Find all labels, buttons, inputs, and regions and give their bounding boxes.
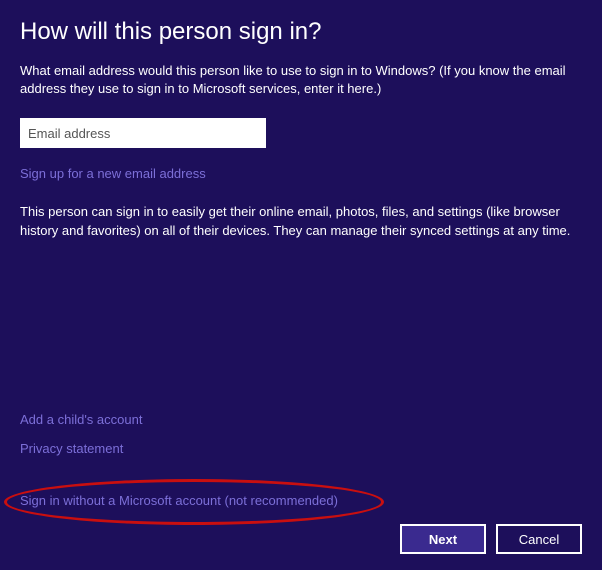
email-input[interactable] <box>20 118 266 148</box>
intro-text: What email address would this person lik… <box>20 62 582 98</box>
description-text: This person can sign in to easily get th… <box>20 203 582 239</box>
no-account-link-wrapper: Sign in without a Microsoft account (not… <box>20 493 338 508</box>
next-button[interactable]: Next <box>400 524 486 554</box>
button-row: Next Cancel <box>400 524 582 554</box>
bottom-links: Add a child's account Privacy statement <box>20 412 142 470</box>
signup-link[interactable]: Sign up for a new email address <box>20 166 582 181</box>
add-child-link[interactable]: Add a child's account <box>20 412 142 427</box>
privacy-link[interactable]: Privacy statement <box>20 441 142 456</box>
no-account-link[interactable]: Sign in without a Microsoft account (not… <box>20 493 338 508</box>
page-title: How will this person sign in? <box>20 18 582 46</box>
cancel-button[interactable]: Cancel <box>496 524 582 554</box>
